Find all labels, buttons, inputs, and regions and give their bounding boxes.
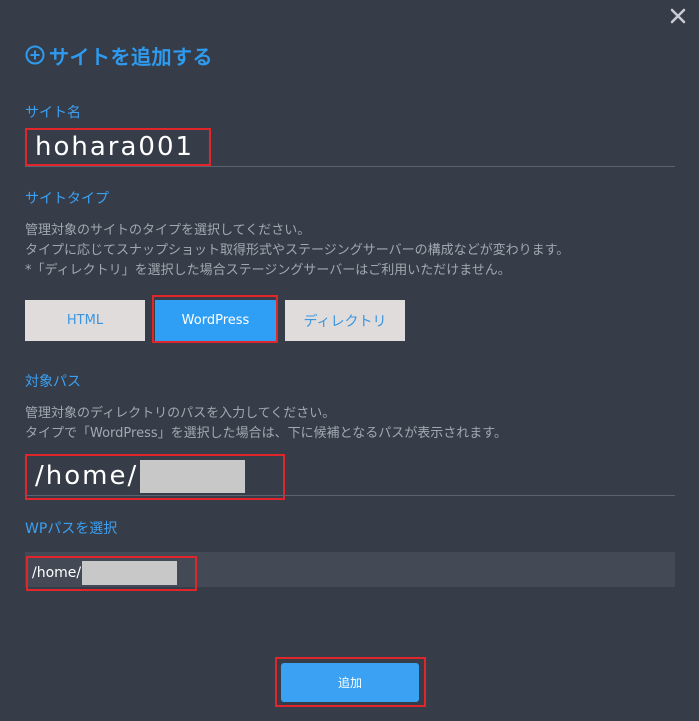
site-type-desc-line-3: *「ディレクトリ」を選択した場合ステージングサーバーはご利用いただけません。 bbox=[25, 263, 511, 278]
add-button[interactable]: 追加 bbox=[281, 663, 419, 702]
site-name-label: サイト名 bbox=[25, 105, 81, 121]
type-option-directory[interactable]: ディレクトリ bbox=[285, 300, 405, 341]
site-name-highlight bbox=[25, 128, 211, 166]
wp-path-label: WPパスを選択 bbox=[25, 521, 118, 537]
target-path-highlight bbox=[25, 454, 285, 500]
add-site-dialog: サイトを追加する サイト名 hohara001 サイトタイプ 管理対象のサイトの… bbox=[0, 0, 699, 721]
site-type-desc-line-2: タイプに応じてスナップショット取得形式やステージングサーバーの構成などが変わりま… bbox=[25, 243, 570, 258]
site-type-label: サイトタイプ bbox=[25, 191, 109, 207]
wordpress-highlight bbox=[152, 295, 278, 343]
site-type-desc-line-1: 管理対象のサイトのタイプを選択してください。 bbox=[25, 223, 311, 238]
wp-path-highlight bbox=[26, 556, 197, 591]
target-path-label: 対象パス bbox=[25, 374, 81, 390]
site-type-description: 管理対象のサイトのタイプを選択してください。 タイプに応じてスナップショット取得… bbox=[25, 221, 569, 281]
site-name-underline bbox=[25, 166, 675, 167]
close-button[interactable] bbox=[666, 4, 690, 28]
close-icon bbox=[670, 8, 686, 24]
type-option-html[interactable]: HTML bbox=[25, 300, 145, 341]
target-path-underline bbox=[25, 495, 675, 496]
dialog-title: サイトを追加する bbox=[25, 40, 213, 70]
dialog-title-text: サイトを追加する bbox=[49, 44, 213, 69]
target-path-description: 管理対象のディレクトリのパスを入力してください。 タイプで「WordPress」… bbox=[25, 404, 507, 444]
target-path-desc-line-1: 管理対象のディレクトリのパスを入力してください。 bbox=[25, 406, 336, 421]
target-path-desc-line-2: タイプで「WordPress」を選択した場合は、下に候補となるパスが表示されます… bbox=[25, 426, 507, 441]
plus-circle-icon bbox=[25, 45, 45, 65]
